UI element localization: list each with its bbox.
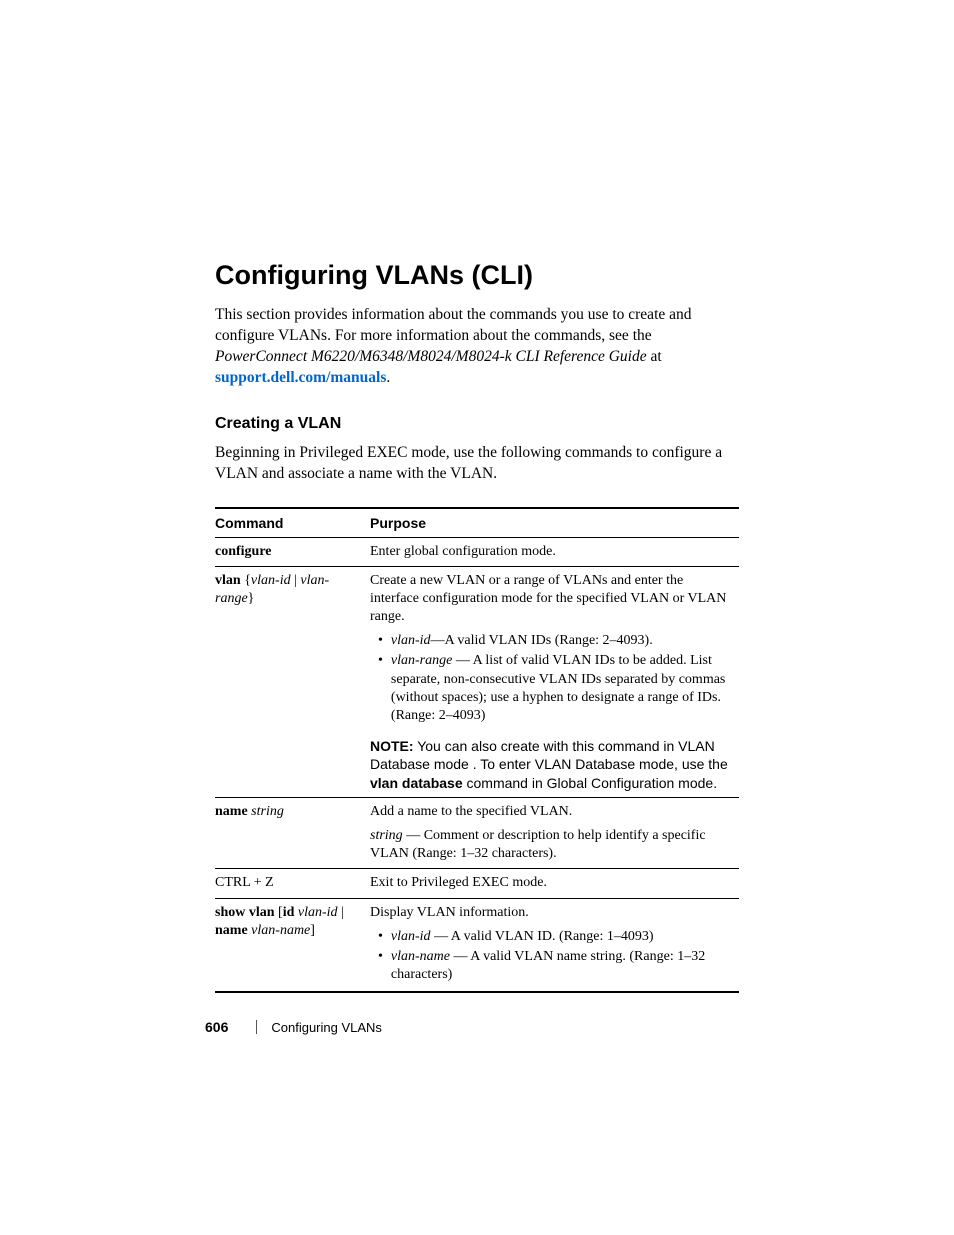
table-row-note: NOTE: You can also create with this comm… (215, 732, 739, 797)
cmd-param: string (248, 804, 284, 819)
cmd-vlan: vlan {vlan-id | vlan-range} (215, 566, 370, 732)
param-name: vlan-id (391, 633, 431, 648)
page-number: 606 (205, 1019, 228, 1035)
cmd-literal: vlan (215, 573, 241, 588)
cmd-configure: configure (215, 544, 272, 559)
note-label: NOTE: (370, 738, 414, 754)
param-definition: string — Comment or description to help … (370, 827, 733, 863)
note-text: command in Global Configuration mode. (463, 775, 717, 791)
cmd-pipe: | (338, 905, 344, 920)
purpose-text: Create a new VLAN or a range of VLANs an… (370, 572, 733, 627)
footer-divider (256, 1020, 257, 1034)
intro-reference-title: PowerConnect M6220/M6348/M8024/M8024-k C… (215, 348, 647, 365)
cmd-param: vlan-id (294, 905, 337, 920)
th-command: Command (215, 508, 370, 538)
cmd-pipe: | (291, 573, 301, 588)
cmd-show-vlan: show vlan [id vlan-id | name vlan-name] (215, 898, 370, 992)
table-row: CTRL + Z Exit to Privileged EXEC mode. (215, 869, 739, 898)
bullet-item: vlan-id—A valid VLAN IDs (Range: 2–4093)… (378, 632, 733, 650)
cmd-param: vlan-name (248, 923, 311, 938)
page-footer: 606 Configuring VLANs (205, 1019, 382, 1035)
cmd-bracket: ] (310, 923, 315, 938)
support-link[interactable]: support.dell.com/manuals (215, 369, 386, 386)
intro-paragraph: This section provides information about … (215, 305, 739, 389)
sub-paragraph: Beginning in Privileged EXEC mode, use t… (215, 443, 739, 485)
cmd-brace: { (241, 573, 251, 588)
cmd-literal: name (215, 923, 248, 938)
cmd-name: name string (215, 797, 370, 869)
th-purpose: Purpose (370, 508, 739, 538)
param-name: vlan-range (391, 653, 452, 668)
cell-purpose: Display VLAN information. vlan-id — A va… (370, 898, 739, 992)
table-row: show vlan [id vlan-id | name vlan-name] … (215, 898, 739, 992)
note-cell: NOTE: You can also create with this comm… (370, 732, 739, 797)
param-name: vlan-id (391, 929, 431, 944)
cmd-brace: } (248, 591, 255, 606)
bullet-item: vlan-range — A list of valid VLAN IDs to… (378, 652, 733, 725)
purpose-text: Display VLAN information. (370, 904, 733, 922)
cell-purpose: Exit to Privileged EXEC mode. (370, 869, 739, 898)
param-desc: — Comment or description to help identif… (370, 828, 706, 861)
cell-purpose: Enter global configuration mode. (370, 537, 739, 566)
table-row: configure Enter global configuration mod… (215, 537, 739, 566)
cmd-literal: id (283, 905, 295, 920)
param-desc: — A valid VLAN ID. (Range: 1–4093) (431, 929, 654, 944)
intro-text-1: This section provides information about … (215, 306, 692, 344)
cmd-bracket: [ (275, 905, 283, 920)
footer-section-name: Configuring VLANs (271, 1020, 382, 1035)
cmd-literal: show vlan (215, 905, 275, 920)
param-name: vlan-name (391, 949, 450, 964)
table-row: name string Add a name to the specified … (215, 797, 739, 869)
purpose-text: Add a name to the specified VLAN. (370, 803, 733, 821)
param-name: string (370, 828, 403, 843)
cmd-param: vlan-id (251, 573, 291, 588)
cell-purpose: Add a name to the specified VLAN. string… (370, 797, 739, 869)
cmd-ctrlz: CTRL + Z (215, 869, 370, 898)
intro-text-tail: at (647, 348, 662, 365)
subheading: Creating a VLAN (215, 415, 739, 433)
command-table: Command Purpose configure Enter global c… (215, 507, 739, 994)
cell-purpose: Create a new VLAN or a range of VLANs an… (370, 566, 739, 732)
bullet-item: vlan-id — A valid VLAN ID. (Range: 1–409… (378, 928, 733, 946)
bullet-item: vlan-name — A valid VLAN name string. (R… (378, 948, 733, 984)
note-text: You can also create with this command in… (370, 738, 728, 772)
cmd-literal: name (215, 804, 248, 819)
table-row: vlan {vlan-id | vlan-range} Create a new… (215, 566, 739, 732)
intro-period: . (386, 369, 390, 386)
param-desc: —A valid VLAN IDs (Range: 2–4093). (431, 633, 653, 648)
note-command: vlan database (370, 775, 463, 791)
page-heading: Configuring VLANs (CLI) (215, 260, 739, 291)
